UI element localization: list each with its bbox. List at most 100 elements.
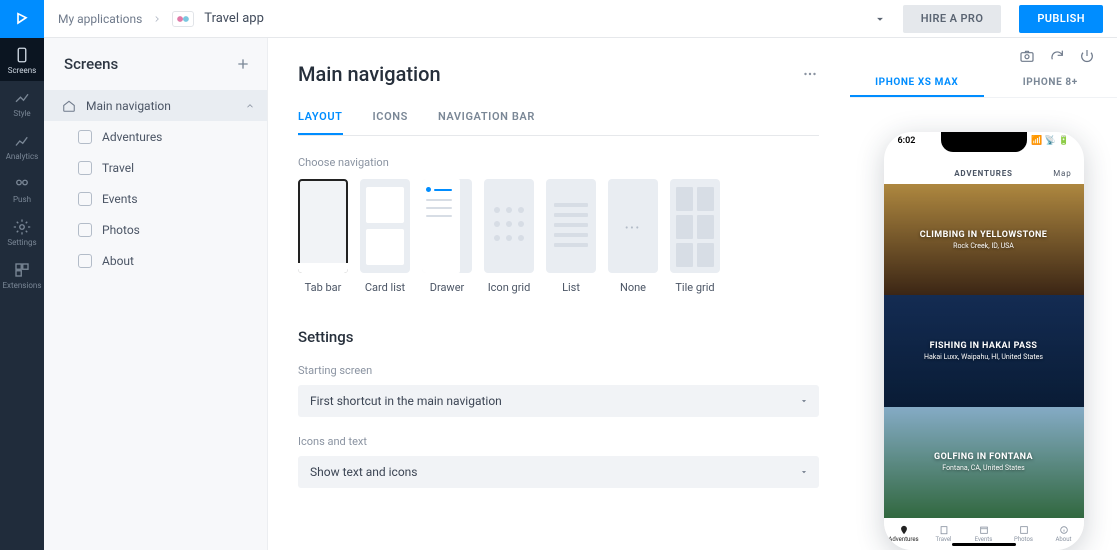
chevron-down-icon [799,467,809,477]
tree-item-photos[interactable]: Photos [44,214,267,245]
collapse-icon[interactable] [245,101,255,111]
device-tab-8plus[interactable]: IPHONE 8+ [984,71,1117,97]
device-tab-xsmax[interactable]: IPHONE XS MAX [850,71,984,97]
card-subtitle: Hakai Luxx, Waipahu, HI, United States [924,353,1043,361]
add-screen-icon[interactable] [235,56,251,72]
rail-push[interactable]: Push [0,167,44,210]
rail-label-push: Push [13,195,31,204]
extensions-icon [13,261,31,279]
nav-option-list[interactable]: List [546,179,596,294]
status-time: 6:02 [898,136,916,146]
hire-pro-button[interactable]: HIRE A PRO [903,5,1002,33]
tree-label: Main navigation [86,99,171,113]
choice-label: Icon grid [488,281,531,294]
nav-label: Events [975,536,993,543]
card-title: GOLFING IN FONTANA [934,452,1033,462]
card-title: CLIMBING IN YELLOWSTONE [920,230,1048,240]
choice-label: Card list [365,281,405,294]
app-icon [172,11,194,27]
nav-label: About [1056,536,1072,543]
preview-card: CLIMBING IN YELLOWSTONE Rock Creek, ID, … [884,184,1084,295]
camera-icon[interactable] [1019,48,1035,64]
map-link: Map [1053,169,1071,178]
tree-item-travel[interactable]: Travel [44,152,267,183]
status-icons: 📶 📡 🔋 [1031,136,1069,146]
preview-panel: IPHONE XS MAX IPHONE 8+ 6:02📶 📡 🔋 ADVENT… [849,38,1117,550]
rail-extensions[interactable]: Extensions [0,253,44,296]
settings-heading: Settings [298,328,819,346]
doc-icon [78,161,92,175]
choice-label: None [620,281,646,294]
home-icon [62,99,76,113]
rail-label-screens: Screens [8,66,37,75]
nav-option-icongrid[interactable]: Icon grid [484,179,534,294]
card-title: FISHING IN HAKAI PASS [930,341,1038,351]
nav-option-tabbar[interactable]: Tab bar [298,179,348,294]
home-indicator [952,543,1016,546]
rail-label-style: Style [13,109,30,118]
logo-icon [14,11,30,27]
tree-item-main-navigation[interactable]: Main navigation [44,90,267,121]
preview-card: GOLFING IN FONTANA Fontana, CA, United S… [884,407,1084,518]
card-subtitle: Rock Creek, ID, USA [953,242,1014,250]
tab-layout[interactable]: LAYOUT [298,110,343,135]
tree-item-events[interactable]: Events [44,183,267,214]
preview-card: FISHING IN HAKAI PASS Hakai Luxx, Waipah… [884,295,1084,406]
doc-icon [78,254,92,268]
nav-option-drawer[interactable]: Drawer [422,179,472,294]
screens-tree: Main navigation Adventures Travel Events… [44,90,267,276]
top-bar: My applications Travel app HIRE A PRO PU… [44,0,1117,38]
rail-label-settings: Settings [7,238,36,247]
breadcrumb-app[interactable]: Travel app [204,11,264,26]
tab-navigation-bar[interactable]: NAVIGATION BAR [438,110,535,135]
style-icon [13,89,31,107]
editor-tabs: LAYOUT ICONS NAVIGATION BAR [298,110,819,136]
nav-about: About [1044,518,1084,550]
doc-icon [78,192,92,206]
rail-screens[interactable]: Screens [0,38,44,81]
app-glyph-icon [176,14,190,24]
tree-label: Travel [102,161,134,175]
tab-icons[interactable]: ICONS [373,110,408,135]
rail-label-extensions: Extensions [3,281,42,290]
nav-adventures: Adventures [884,518,924,550]
more-icon[interactable] [801,65,819,83]
settings-icon [13,218,31,236]
choice-label: Tile grid [675,281,714,294]
left-rail: Screens Style Analytics Push Settings Ex… [0,0,44,550]
icons-text-label: Icons and text [298,435,819,448]
publish-button[interactable]: PUBLISH [1019,5,1103,33]
select-value: First shortcut in the main navigation [310,394,502,408]
nav-option-cardlist[interactable]: Card list [360,179,410,294]
push-icon [13,175,31,193]
logo[interactable] [0,0,44,38]
page-title: Main navigation [298,62,441,86]
icons-text-select[interactable]: Show text and icons [298,456,819,488]
tree-item-about[interactable]: About [44,245,267,276]
rail-analytics[interactable]: Analytics [0,124,44,167]
rail-label-analytics: Analytics [6,152,39,161]
chevron-down-icon [799,396,809,406]
phone-preview: 6:02📶 📡 🔋 ADVENTURES Map CLIMBING IN YEL… [884,132,1084,550]
account-caret-icon[interactable] [873,12,887,26]
nav-label: Adventures [888,536,918,543]
chevron-right-icon [152,14,162,24]
tree-item-adventures[interactable]: Adventures [44,121,267,152]
rail-style[interactable]: Style [0,81,44,124]
refresh-icon[interactable] [1049,48,1065,64]
screens-panel: Screens Main navigation Adventures Trave… [44,38,268,550]
rail-settings[interactable]: Settings [0,210,44,253]
breadcrumb-root[interactable]: My applications [58,12,142,26]
choice-label: Drawer [430,281,465,294]
tree-label: About [102,254,134,268]
starting-screen-select[interactable]: First shortcut in the main navigation [298,385,819,417]
nav-choices: Tab bar Card list [298,179,819,294]
nav-label: Travel [935,536,951,543]
power-icon[interactable] [1079,48,1095,64]
analytics-icon [13,132,31,150]
choose-nav-label: Choose navigation [298,156,819,169]
nav-option-none[interactable]: ••• None [608,179,658,294]
choice-label: Tab bar [305,281,342,294]
nav-option-tilegrid[interactable]: Tile grid [670,179,720,294]
doc-icon [78,223,92,237]
